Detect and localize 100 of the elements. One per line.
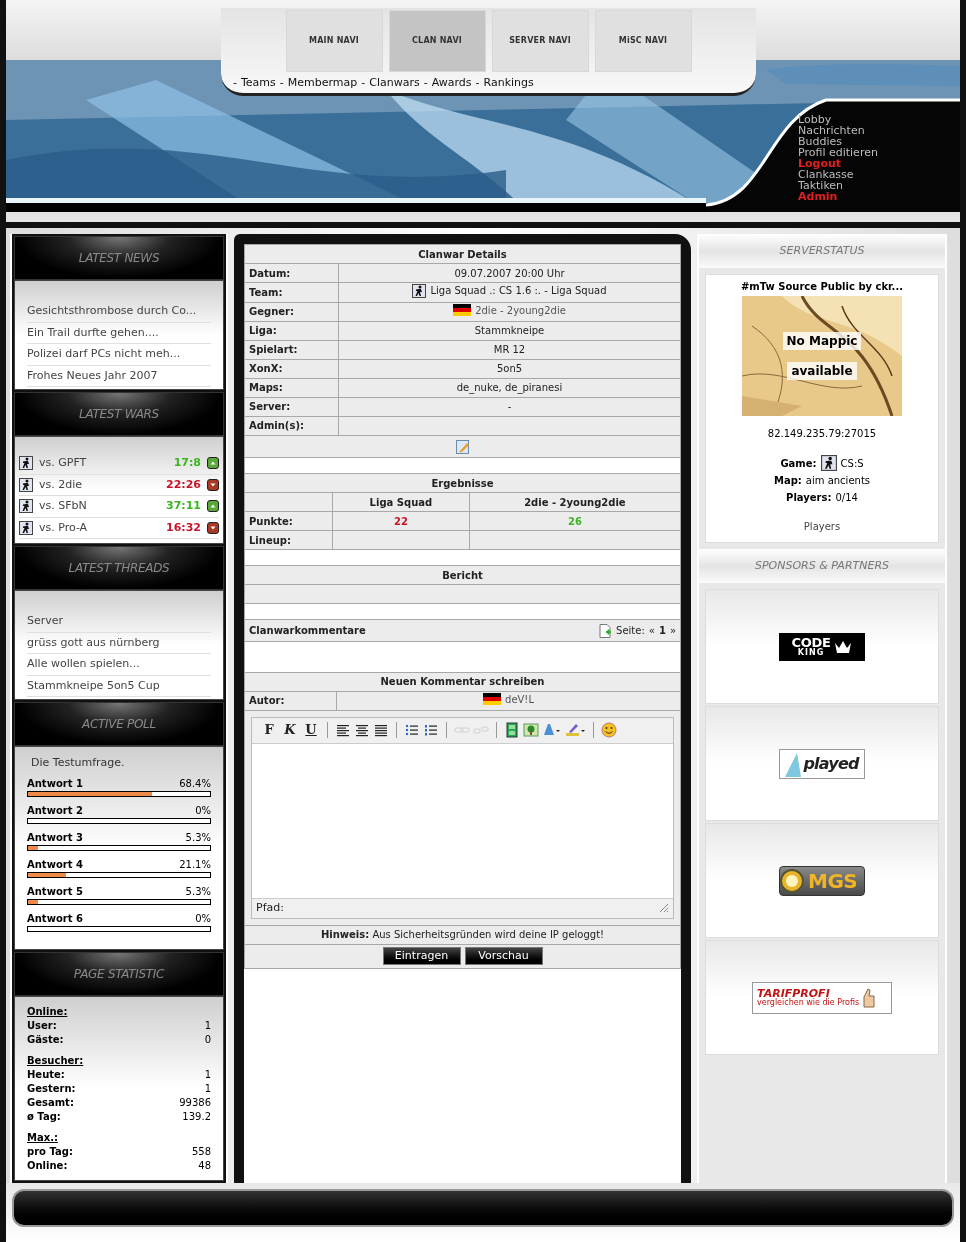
- toolbar-separator: [446, 722, 447, 738]
- previous-page-link[interactable]: «: [648, 623, 655, 638]
- nav-tab[interactable]: SERVER NAVI: [491, 10, 589, 72]
- stat-value: 48: [198, 1159, 211, 1173]
- column-heading: 2die - 2young2die: [524, 496, 626, 508]
- user-menu-link[interactable]: Logout: [798, 158, 878, 169]
- film-icon[interactable]: [504, 721, 520, 739]
- stat-label: pro Tag:: [27, 1145, 73, 1159]
- server-address: 82.149.235.79:27015: [767, 427, 877, 441]
- separator-text: -: [361, 75, 366, 91]
- field-label: Spielart:: [249, 344, 298, 355]
- stat-heading: Besucher:: [27, 1054, 85, 1068]
- submit-button[interactable]: Vorschau: [464, 947, 543, 965]
- stat-value: 139.2: [182, 1110, 211, 1124]
- field-label: Lineup:: [249, 534, 291, 546]
- war-link[interactable]: vs. Pro-A: [39, 519, 160, 536]
- user-menu-link[interactable]: Admin: [798, 191, 878, 202]
- field-value: Stammkneipe: [474, 324, 545, 338]
- server-info-value: aim ancients: [805, 474, 871, 488]
- section-title: Bericht: [442, 569, 483, 581]
- poll-question: Die Testumfrage.: [31, 755, 126, 771]
- field-label: Punkte:: [249, 515, 293, 527]
- flag-icon: [483, 693, 502, 706]
- answer-percent: 5.3%: [185, 884, 211, 899]
- underline-button[interactable]: U: [302, 720, 320, 740]
- sidebar-link[interactable]: Polizei darf PCs nicht meh...: [27, 344, 211, 366]
- notice-text: Hinweis: Aus Sicherheitsgründen wird deine IP geloggt!: [320, 929, 605, 940]
- war-score: 17:8: [173, 455, 201, 471]
- sidebar-link[interactable]: Stammkneipe 5on5 Cup: [27, 675, 211, 697]
- stat-value: 0: [204, 1033, 211, 1047]
- text-editor[interactable]: F K U Pfad:: [251, 716, 674, 919]
- player-figure-icon: [19, 456, 33, 471]
- field-label: Liga:: [249, 325, 277, 336]
- answer-percent: 21.1%: [179, 857, 211, 872]
- bold-button[interactable]: F: [260, 720, 278, 740]
- subnav-link[interactable]: Teams: [241, 75, 276, 92]
- field-value: MR 12: [493, 343, 526, 357]
- war-score: 37:11: [166, 498, 201, 514]
- sponsor-logo[interactable]: CODE KING: [779, 632, 865, 661]
- answer-label: Antwort 1: [27, 776, 83, 791]
- sidebar-link[interactable]: Alle wollen spielen...: [27, 654, 211, 676]
- logo-text: CODE: [791, 636, 831, 649]
- sidebar-link[interactable]: Frohes Neues Jahr 2007: [27, 365, 211, 387]
- stat-label: ø Tag:: [27, 1110, 61, 1124]
- sidebar-link[interactable]: Gesichtsthrombose durch Co...: [27, 301, 211, 323]
- war-link[interactable]: vs. 2die: [39, 476, 160, 493]
- sponsor-logo[interactable]: TARIFPROFI vergleichen wie die Profis: [752, 981, 892, 1014]
- subnav-link[interactable]: Awards: [431, 75, 472, 92]
- answer-label: Antwort 5: [27, 884, 83, 899]
- toolbar-separator: [593, 722, 594, 738]
- italic-button[interactable]: K: [281, 720, 299, 740]
- box-title: LATEST THREADS: [68, 560, 170, 577]
- sidebar-link[interactable]: grüss gott aus nürnberg: [27, 632, 211, 654]
- user-menu-link[interactable]: Lobby: [798, 114, 878, 125]
- field-label: Maps:: [249, 382, 283, 393]
- image-icon[interactable]: [523, 721, 539, 739]
- sidebar-link[interactable]: Server: [27, 611, 211, 633]
- server-info-label: Players:: [786, 491, 832, 505]
- crown-icon: [834, 639, 853, 654]
- nav-tab[interactable]: MiSC NAVI: [594, 10, 692, 72]
- stat-label: Gäste:: [27, 1033, 64, 1047]
- sidebar-link[interactable]: Ein Trail durfte gehen....: [27, 322, 211, 344]
- subnav-link[interactable]: Rankings: [483, 75, 534, 92]
- war-link[interactable]: vs. GPFT: [39, 455, 168, 472]
- section-title: Clanwar Details: [418, 248, 507, 260]
- answer-percent: 0%: [195, 911, 211, 926]
- war-link[interactable]: vs. SFbN: [39, 498, 160, 515]
- edit-icon[interactable]: [455, 439, 470, 454]
- user-menu-link[interactable]: Clankasse: [798, 169, 878, 180]
- box-title: LATEST WARS: [79, 406, 159, 423]
- player-figure-icon: [19, 477, 33, 492]
- user-menu-link[interactable]: Profil editieren: [798, 147, 878, 158]
- logo-text: TARIFPROFI: [757, 988, 830, 999]
- nav-tab[interactable]: CLAN NAVI: [388, 10, 486, 72]
- smiley-icon[interactable]: [601, 721, 617, 739]
- user-menu-link[interactable]: Buddies: [798, 136, 878, 147]
- user-menu-link[interactable]: Taktiken: [798, 180, 878, 191]
- players-link[interactable]: Players: [803, 519, 841, 534]
- stat-label: Gestern:: [27, 1082, 76, 1096]
- resize-handle-icon[interactable]: [659, 903, 669, 913]
- server-info-label: Game:: [780, 456, 817, 471]
- field-label: Datum:: [249, 267, 291, 279]
- add-page-icon[interactable]: [599, 623, 613, 638]
- sponsor-logo[interactable]: played: [779, 748, 865, 779]
- server-info-value: CS:S: [840, 456, 864, 471]
- section-title: Clanwarkommentare: [249, 624, 366, 638]
- separator-text: -: [423, 75, 428, 91]
- section-title: Neuen Kommentar schreiben: [380, 676, 545, 687]
- nav-tab[interactable]: MAIN NAVI: [285, 10, 383, 72]
- player-figure-icon: [820, 455, 837, 471]
- stat-heading: Online:: [27, 1005, 69, 1019]
- next-page-link[interactable]: »: [669, 623, 676, 638]
- server-info-value: 0/14: [835, 491, 858, 505]
- subnav-link[interactable]: Membermap: [287, 75, 358, 92]
- field-label: Team:: [249, 286, 283, 298]
- subnav-link[interactable]: Clanwars: [369, 75, 420, 92]
- user-menu-link[interactable]: Nachrichten: [798, 125, 878, 136]
- stat-value: 1: [204, 1019, 211, 1033]
- highlighter-icon[interactable]: [565, 721, 586, 739]
- submit-button[interactable]: Eintragen: [382, 947, 461, 965]
